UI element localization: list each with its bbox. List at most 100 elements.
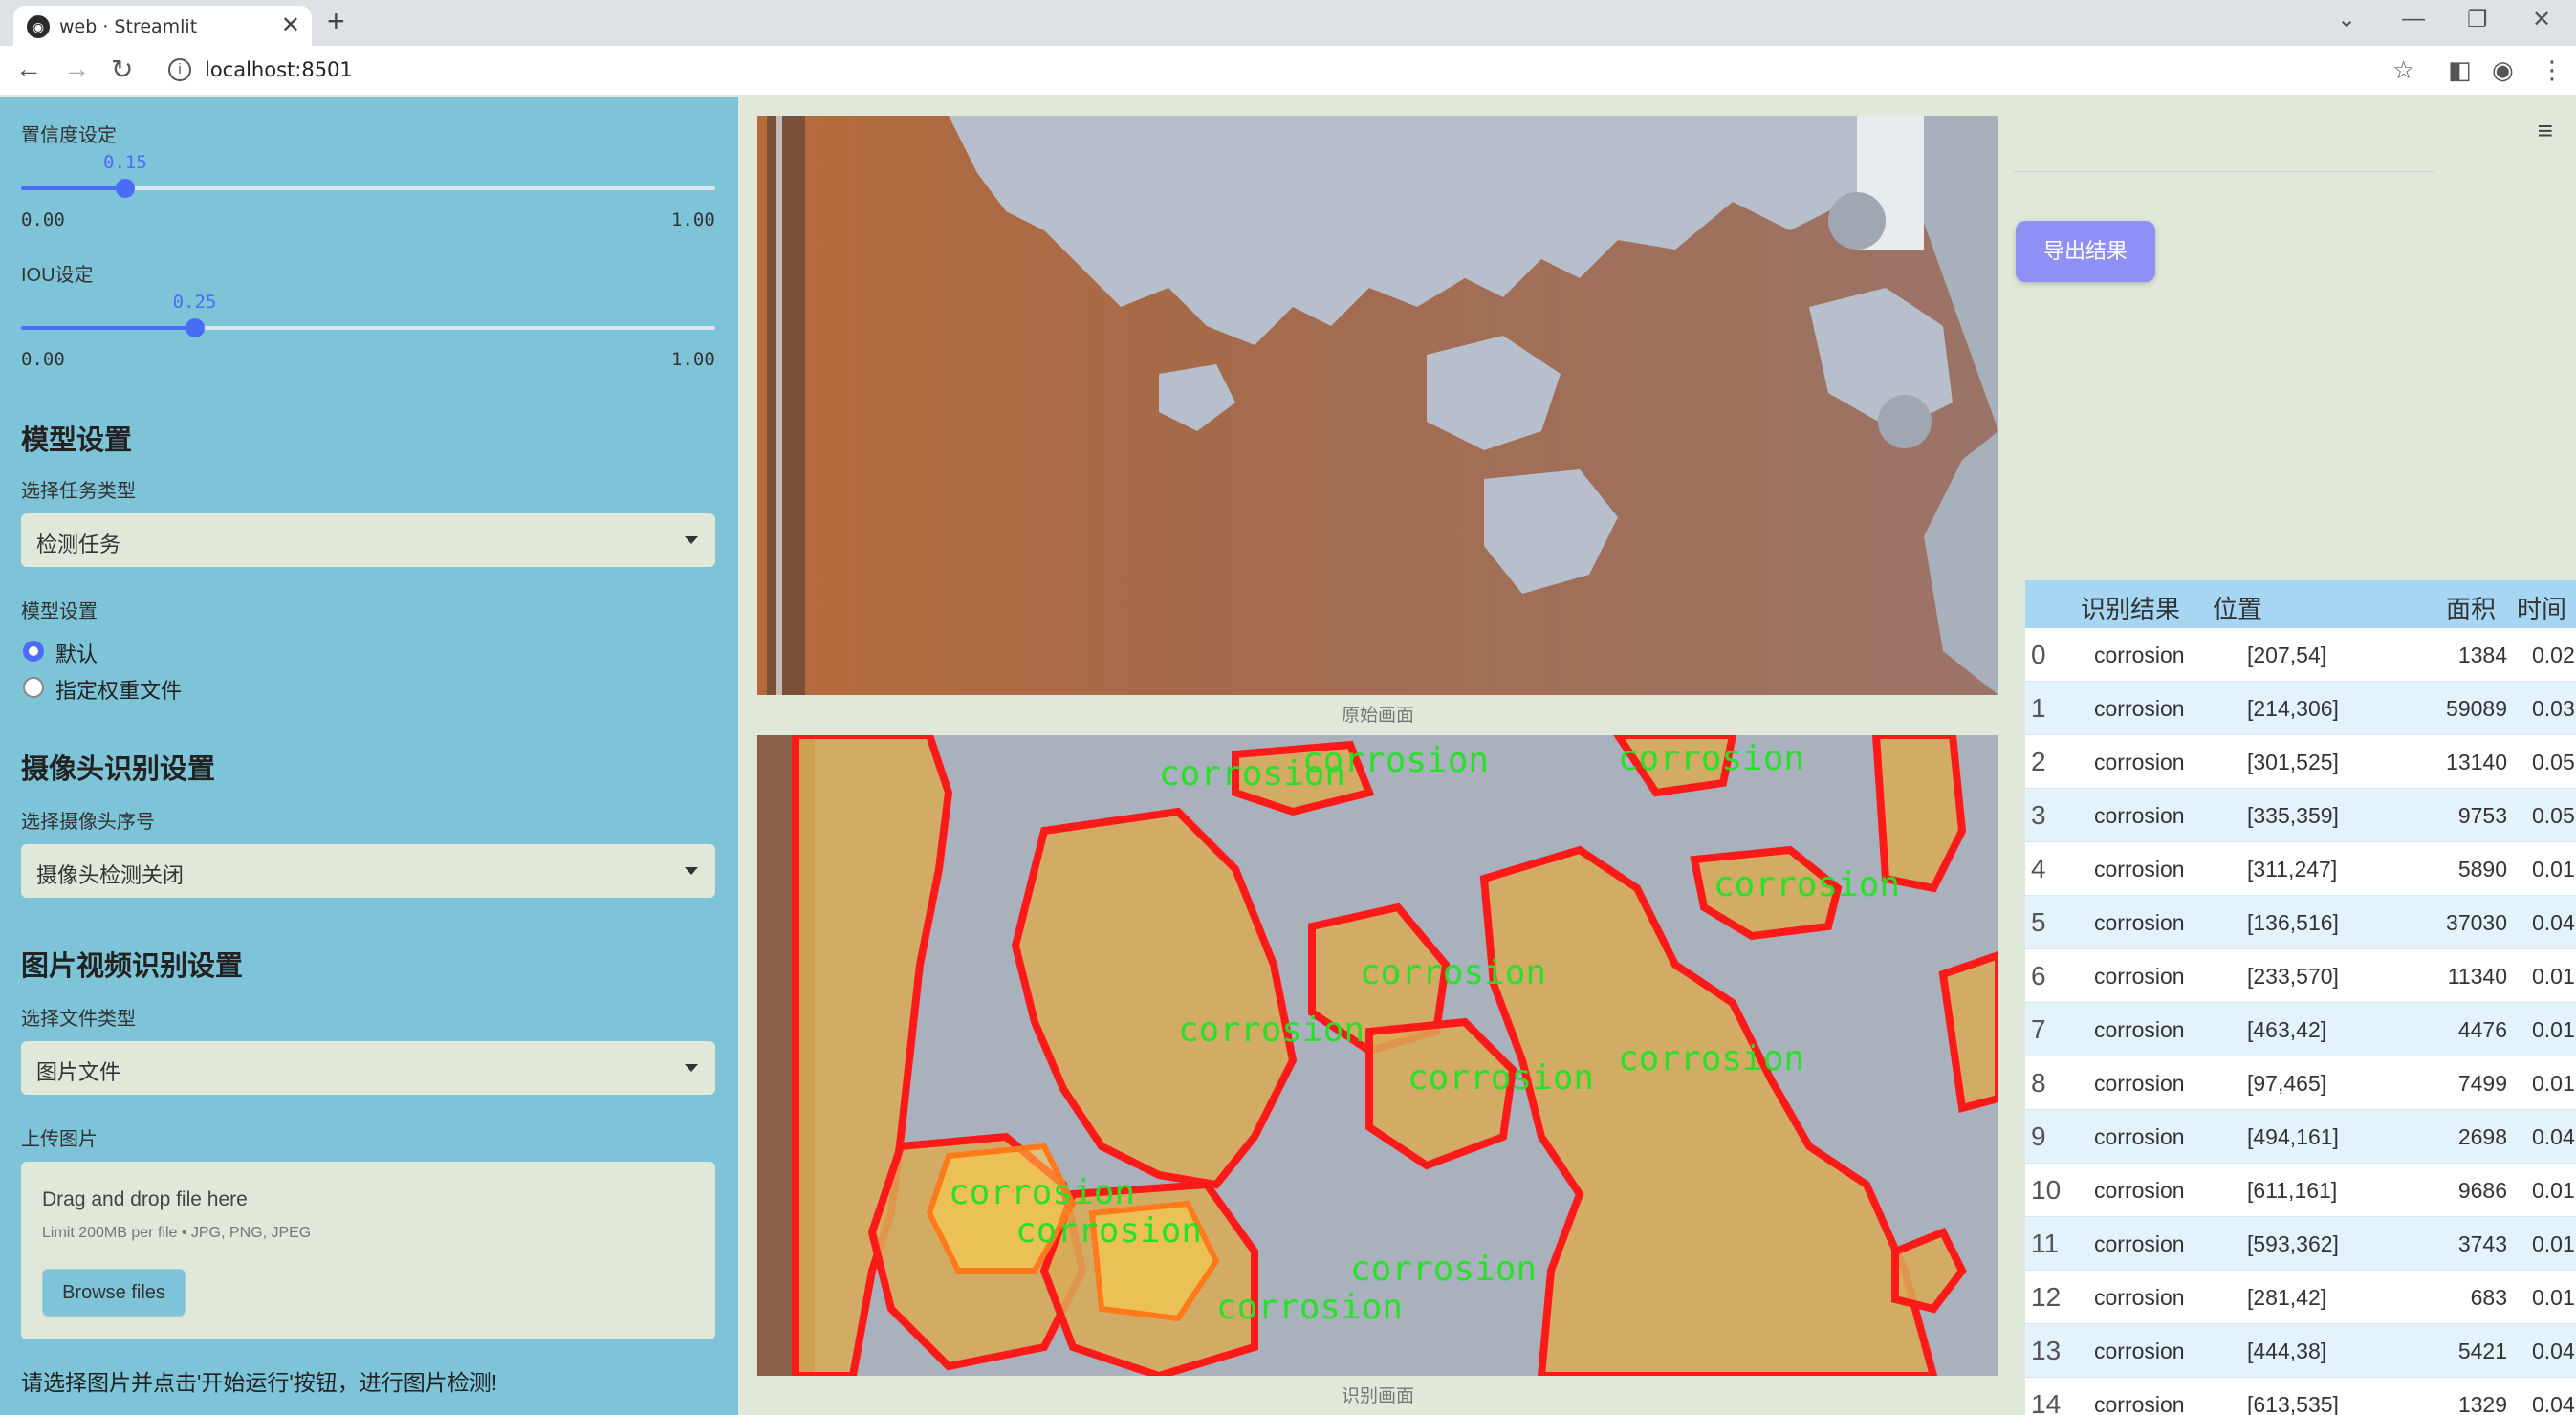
iou-slider-fill [21, 326, 195, 330]
table-row[interactable]: 2 corrosion [301,525] 13140 0.05 [2025, 735, 2576, 789]
table-row[interactable]: 0 corrosion [207,54] 1384 0.02 [2025, 628, 2576, 682]
table-cell-area: 5890 [2457, 857, 2507, 882]
column-header[interactable]: 识别结果 [2081, 590, 2180, 625]
table-cell-pos: [136,516] [2247, 910, 2339, 935]
table-cell-cls: corrosion [2094, 1071, 2185, 1096]
restore-icon[interactable]: ❐ [2467, 6, 2488, 33]
iou-slider-thumb[interactable] [185, 318, 205, 337]
table-cell-pos: [593,362] [2247, 1231, 2339, 1256]
bookmark-star-icon[interactable]: ☆ [2392, 55, 2414, 85]
browser-menu-icon[interactable]: ⋮ [2540, 55, 2565, 85]
iou-slider[interactable]: 0.25 [21, 292, 715, 337]
original-image [757, 116, 1998, 695]
table-cell-area: 7499 [2457, 1071, 2507, 1096]
table-cell-time: 0.04 [2532, 1124, 2575, 1149]
table-row[interactable]: 6 corrosion [233,570] 11340 0.01 [2025, 949, 2576, 1003]
table-row[interactable]: 5 corrosion [136,516] 37030 0.04 [2025, 896, 2576, 949]
table-cell-cls: corrosion [2094, 642, 2185, 667]
table-cell-cls: corrosion [2094, 1392, 2185, 1415]
overlay-label: corrosion [1302, 741, 1489, 780]
table-cell-area: 9686 [2457, 1178, 2507, 1203]
confidence-slider[interactable]: 0.15 [21, 152, 715, 198]
radio-default[interactable] [23, 641, 44, 662]
table-row[interactable]: 9 corrosion [494,161] 2698 0.04 [2025, 1110, 2576, 1164]
table-cell-area: 1329 [2457, 1392, 2507, 1415]
main-content: 原始画面 corrosion corrosion corrosion corro… [738, 97, 2576, 1415]
table-cell-cls: corrosion [2094, 1017, 2185, 1042]
table-cell-pos: [463,42] [2247, 1017, 2327, 1042]
table-cell-cls: corrosion [2094, 910, 2185, 935]
column-header[interactable]: 时间 [2517, 590, 2566, 625]
table-cell-time: 0.04 [2532, 1392, 2575, 1415]
confidence-slider-thumb[interactable] [115, 179, 135, 198]
table-cell-area: 1384 [2457, 642, 2507, 667]
table-cell-area: 5421 [2457, 1339, 2507, 1363]
column-header[interactable]: 位置 [2213, 590, 2262, 625]
table-row[interactable]: 1 corrosion [214,306] 59089 0.03 [2025, 682, 2576, 735]
table-cell-idx: 8 [2031, 1068, 2046, 1098]
hamburger-menu-icon[interactable]: ≡ [2538, 116, 2553, 146]
table-cell-idx: 13 [2031, 1336, 2062, 1365]
table-cell-idx: 14 [2031, 1389, 2062, 1415]
upload-label: 上传图片 [21, 1129, 98, 1150]
overlay-label: corrosion [1015, 1211, 1202, 1251]
model-section-heading: 模型设置 [21, 425, 133, 456]
file-type-select[interactable]: 图片文件 [21, 1041, 715, 1095]
address-bar[interactable]: localhost:8501 [205, 58, 353, 81]
profile-avatar-icon[interactable]: ◉ [2492, 55, 2514, 85]
reload-icon[interactable]: ↻ [111, 54, 133, 85]
browser-tab[interactable]: ◉ web · Streamlit ✕ [13, 6, 312, 46]
overlay-label: corrosion [949, 1173, 1135, 1212]
table-cell-idx: 2 [2031, 747, 2046, 776]
table-cell-idx: 1 [2031, 693, 2046, 723]
table-row[interactable]: 7 corrosion [463,42] 4476 0.01 [2025, 1003, 2576, 1056]
table-cell-time: 0.05 [2532, 750, 2575, 774]
table-row[interactable]: 12 corrosion [281,42] 683 0.01 [2025, 1271, 2576, 1324]
table-cell-idx: 9 [2031, 1121, 2046, 1151]
table-cell-idx: 4 [2031, 854, 2046, 883]
table-row[interactable]: 11 corrosion [593,362] 3743 0.01 [2025, 1217, 2576, 1271]
table-row[interactable]: 4 corrosion [311,247] 5890 0.01 [2025, 842, 2576, 896]
table-cell-pos: [97,465] [2247, 1071, 2327, 1096]
upload-limit: Limit 200MB per file • JPG, PNG, JPEG [42, 1225, 312, 1241]
site-info-icon[interactable]: i [168, 58, 191, 81]
result-image: corrosion corrosion corrosion corrosion … [757, 735, 1998, 1376]
camera-select[interactable]: 摄像头检测关闭 [21, 844, 715, 898]
sidebar-hint: 请选择图片并点击'开始运行'按钮，进行图片检测! [21, 1370, 498, 1395]
window-close-icon[interactable]: ✕ [2532, 6, 2551, 33]
table-row[interactable]: 3 corrosion [335,359] 9753 0.05 [2025, 789, 2576, 842]
table-cell-cls: corrosion [2094, 857, 2185, 882]
new-tab-icon[interactable]: + [327, 4, 345, 39]
back-arrow-icon[interactable]: ← [15, 54, 42, 84]
streamlit-app: 置信度设定 0.15 0.00 1.00 IOU设定 0.25 0.00 1.0… [0, 97, 2576, 1415]
browser-tabbar: ◉ web · Streamlit ✕ + ⌄ — ❐ ✕ [0, 0, 2576, 46]
table-row[interactable]: 14 corrosion [613,535] 1329 0.04 [2025, 1378, 2576, 1415]
confidence-label: 置信度设定 [21, 125, 117, 146]
table-row[interactable]: 8 corrosion [97,465] 7499 0.01 [2025, 1056, 2576, 1110]
camera-section-heading: 摄像头识别设置 [21, 754, 216, 785]
browser-navbar: ← → ↻ i localhost:8501 ☆ ◧ ◉ ⋮ [0, 46, 2576, 96]
browse-files-button[interactable]: Browse files [42, 1269, 186, 1317]
tab-search-chevron-icon[interactable]: ⌄ [2337, 6, 2356, 33]
table-cell-pos: [611,161] [2247, 1178, 2338, 1203]
radio-custom-weights[interactable] [23, 677, 44, 698]
table-row[interactable]: 10 corrosion [611,161] 9686 0.01 [2025, 1164, 2576, 1217]
minimize-icon[interactable]: — [2402, 6, 2425, 33]
column-header[interactable]: 面积 [2446, 590, 2496, 625]
chevron-down-icon [685, 867, 698, 875]
forward-arrow-icon[interactable]: → [63, 54, 90, 84]
sidepanel-icon[interactable]: ◧ [2448, 55, 2472, 85]
export-results-button[interactable]: 导出结果 [2016, 221, 2155, 282]
table-cell-pos: [613,535] [2247, 1392, 2339, 1415]
media-section-heading: 图片视频识别设置 [21, 951, 244, 982]
overlay-label: corrosion [1618, 739, 1804, 778]
table-cell-time: 0.01 [2532, 857, 2575, 882]
table-row[interactable]: 13 corrosion [444,38] 5421 0.04 [2025, 1324, 2576, 1378]
confidence-min: 0.00 [21, 209, 65, 230]
tab-close-icon[interactable]: ✕ [281, 11, 300, 39]
results-table[interactable]: 识别结果 位置 面积 时间 0 corrosion [207,54] 1384 0.02… [2025, 580, 2576, 1415]
file-uploader-dropzone[interactable]: Drag and drop file here Limit 200MB per … [21, 1162, 715, 1339]
task-type-select[interactable]: 检测任务 [21, 513, 715, 567]
table-cell-time: 0.01 [2532, 964, 2575, 989]
table-cell-idx: 12 [2031, 1282, 2062, 1312]
